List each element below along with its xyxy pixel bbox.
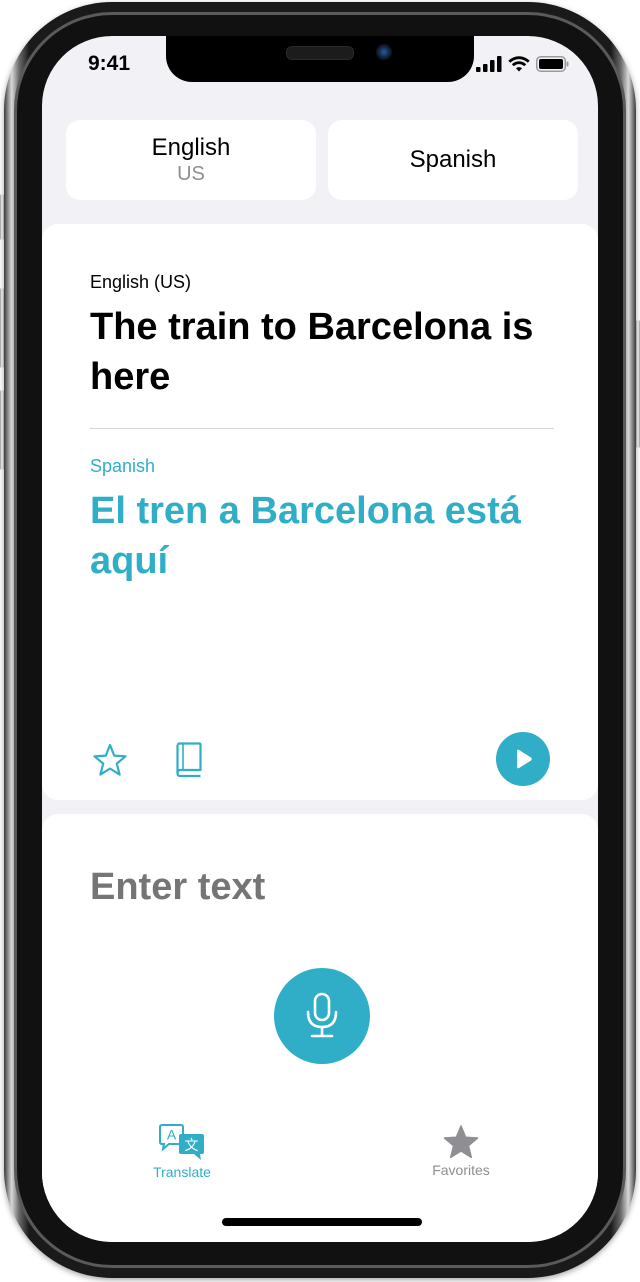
home-indicator[interactable]	[222, 1218, 422, 1226]
volume-up-button	[0, 288, 4, 368]
front-camera	[376, 44, 392, 60]
volume-down-button	[0, 390, 4, 470]
tab-favorites-label: Favorites	[432, 1162, 490, 1178]
status-time: 9:41	[88, 52, 131, 75]
notch	[166, 36, 474, 82]
wifi-icon	[508, 56, 530, 72]
source-language-region: US	[177, 163, 205, 185]
source-language-label: English	[151, 134, 231, 161]
play-button[interactable]	[496, 732, 550, 786]
svg-text:A: A	[167, 1127, 177, 1143]
svg-text:文: 文	[185, 1138, 199, 1154]
silent-switch	[0, 194, 4, 240]
cellular-signal-icon	[476, 56, 502, 72]
translated-text: El tren a Barcelona está aquí	[90, 490, 521, 582]
power-button	[636, 320, 640, 448]
tab-translate-label: Translate	[153, 1164, 211, 1180]
book-icon	[176, 742, 202, 778]
text-input[interactable]	[90, 866, 550, 909]
translate-icon: A 文	[159, 1124, 204, 1160]
translation-card: English (US) The train to Barcelona is h…	[42, 224, 598, 800]
source-text: The train to Barcelona is here	[90, 306, 534, 398]
speaker	[286, 46, 354, 60]
star-filled-icon	[443, 1125, 479, 1159]
target-language-heading: Spanish	[90, 456, 156, 476]
tab-translate[interactable]: A 文 Translate	[122, 1124, 242, 1180]
source-language-heading: English (US)	[90, 272, 192, 292]
star-outline-icon	[93, 743, 127, 776]
play-icon	[517, 749, 532, 769]
target-language-button[interactable]: Spanish	[328, 120, 578, 200]
dictionary-button[interactable]	[168, 740, 208, 780]
divider	[90, 428, 554, 429]
target-language-label: Spanish	[409, 146, 497, 173]
tab-favorites[interactable]: Favorites	[401, 1124, 521, 1178]
screen: 9:41 English US Spanish English (US) The…	[42, 36, 598, 1242]
favorite-button[interactable]	[90, 740, 130, 780]
battery-icon	[536, 56, 569, 72]
microphone-button[interactable]	[274, 968, 370, 1064]
microphone-icon	[306, 992, 338, 1038]
tab-bar: A 文 Translate Favorites	[42, 1124, 598, 1194]
status-icons	[476, 56, 570, 72]
language-selector: English US Spanish	[66, 120, 578, 200]
source-language-button[interactable]: English US	[66, 120, 316, 200]
